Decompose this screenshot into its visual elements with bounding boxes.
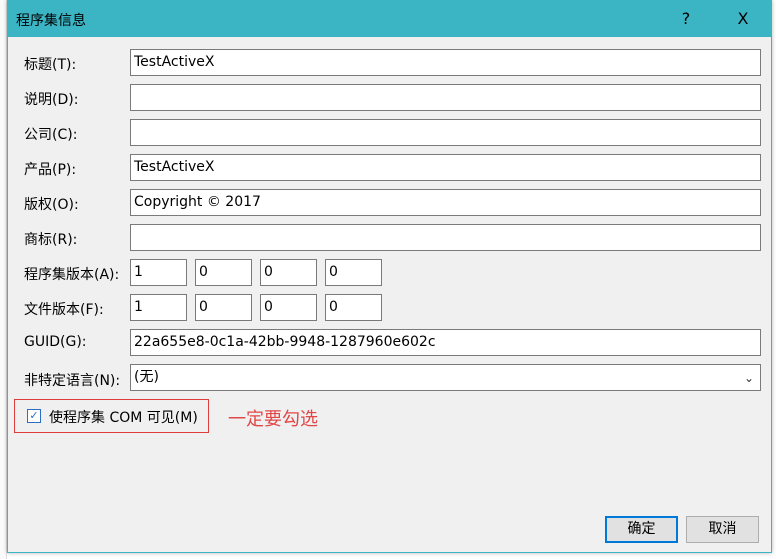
close-button[interactable]: X <box>728 7 758 31</box>
language-select[interactable]: (无) ⌄ <box>130 364 761 391</box>
assembly-version-major[interactable]: 1 <box>130 259 187 286</box>
title-input[interactable]: TestActiveX <box>130 49 761 76</box>
assembly-info-dialog: 程序集信息 ? X 标题(T): TestActiveX 说明(D): 公司(C… <box>7 0 772 553</box>
assembly-version-minor[interactable]: 0 <box>195 259 252 286</box>
guid-input[interactable]: 22a655e8-0c1a-42bb-9948-1287960e602c <box>130 329 761 356</box>
product-label: 产品(P): <box>24 162 77 178</box>
help-button[interactable]: ? <box>671 7 701 31</box>
cancel-button[interactable]: 取消 <box>686 516 759 543</box>
file-version-build[interactable]: 0 <box>260 294 317 321</box>
description-label: 说明(D): <box>24 92 79 108</box>
trademark-input[interactable] <box>130 224 761 251</box>
file-version-label: 文件版本(F): <box>24 302 104 318</box>
assembly-version-revision[interactable]: 0 <box>325 259 382 286</box>
com-visible-checkbox[interactable]: ✓ <box>27 409 41 423</box>
file-version-revision[interactable]: 0 <box>325 294 382 321</box>
description-input[interactable] <box>130 84 761 111</box>
ok-button[interactable]: 确定 <box>605 516 678 543</box>
language-label: 非特定语言(N): <box>24 373 121 389</box>
title-bar: 程序集信息 ? X <box>8 1 771 37</box>
title-label: 标题(T): <box>24 57 77 73</box>
trademark-label: 商标(R): <box>24 232 78 248</box>
file-version-minor[interactable]: 0 <box>195 294 252 321</box>
chevron-down-icon: ⌄ <box>743 371 754 385</box>
assembly-version-build[interactable]: 0 <box>260 259 317 286</box>
dialog-title: 程序集信息 <box>16 13 86 29</box>
background-window <box>0 0 7 559</box>
copyright-input[interactable]: Copyright © 2017 <box>130 189 761 216</box>
guid-label: GUID(G): <box>24 334 87 350</box>
annotation-text: 一定要勾选 <box>228 409 318 430</box>
company-input[interactable] <box>130 119 761 146</box>
product-input[interactable]: TestActiveX <box>130 154 761 181</box>
com-visible-label[interactable]: 使程序集 COM 可见(M) <box>49 407 198 427</box>
company-label: 公司(C): <box>24 127 78 143</box>
file-version-major[interactable]: 1 <box>130 294 187 321</box>
language-value: (无) <box>134 369 159 385</box>
copyright-label: 版权(O): <box>24 197 79 213</box>
assembly-version-label: 程序集版本(A): <box>24 267 120 283</box>
com-visible-highlight: ✓ 使程序集 COM 可见(M) <box>14 399 209 433</box>
